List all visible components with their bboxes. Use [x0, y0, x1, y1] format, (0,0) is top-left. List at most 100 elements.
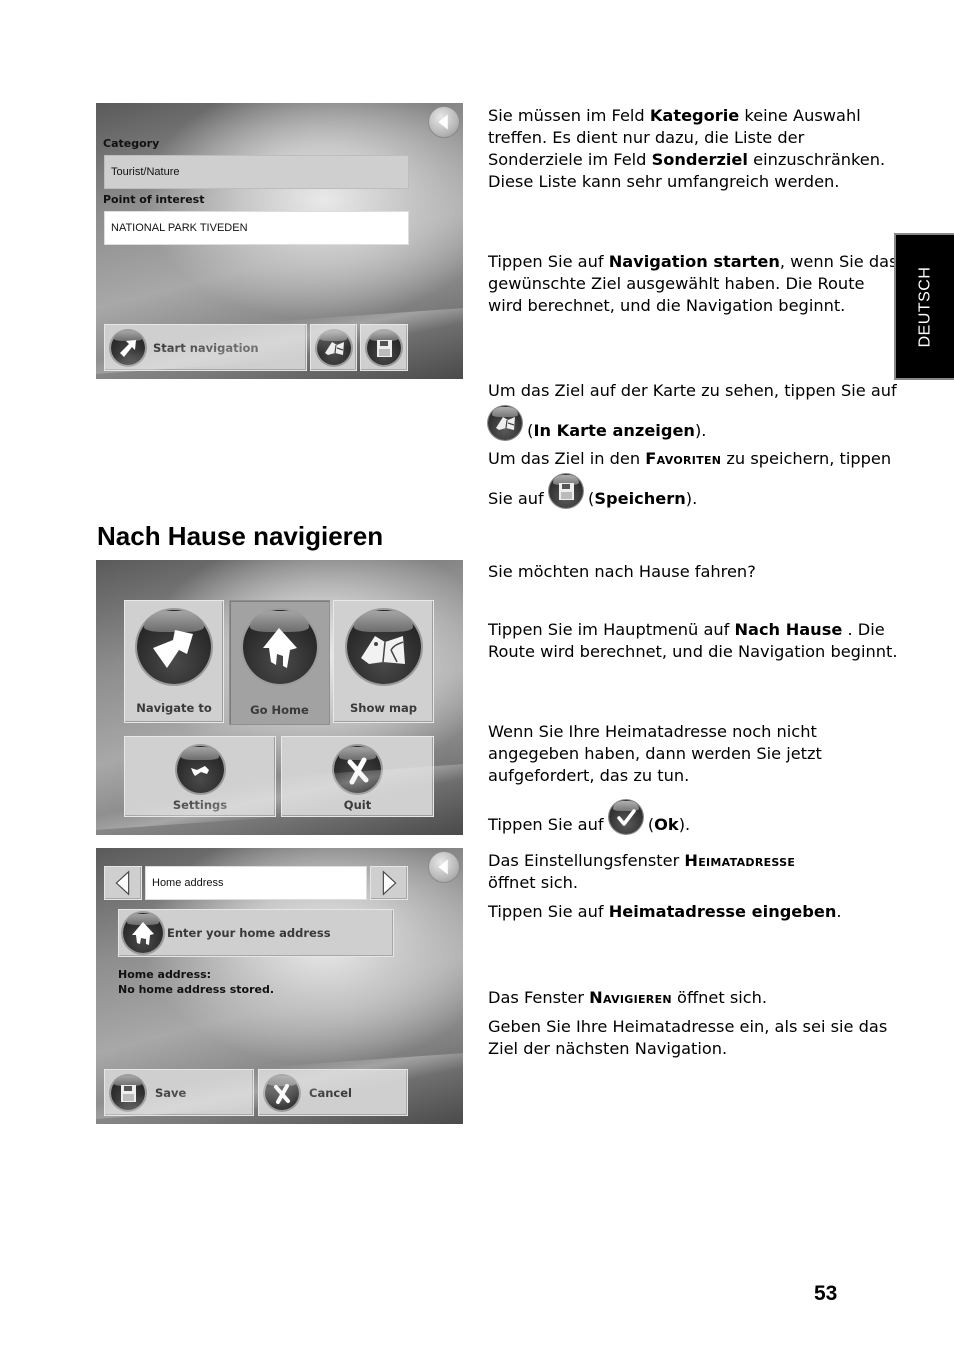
cancel-label: Cancel [309, 1085, 352, 1100]
text-run: Wenn Sie Ihre Heimatadresse noch nicht a… [488, 722, 822, 785]
show-map-button[interactable] [310, 324, 357, 371]
smallcaps-term: Heimatadresse [684, 851, 796, 870]
text-run: ( [582, 489, 595, 508]
paragraph-go-home-question: Sie möchten nach Hause fahren? [488, 561, 898, 583]
bold-term: Ok [654, 815, 679, 834]
tile-quit[interactable]: Quit [281, 736, 434, 817]
x-cross-icon [274, 1083, 290, 1104]
chevron-left-icon [115, 870, 130, 896]
floppy-disk-icon [377, 339, 392, 357]
language-side-tab: DEUTSCH [894, 233, 954, 380]
poi-label: Point of interest [103, 193, 205, 206]
home-address-status: Home address: No home address stored. [118, 967, 274, 997]
status-line-1: Home address: [118, 968, 212, 981]
category-field[interactable]: Tourist/Nature [104, 155, 409, 189]
start-navigation-button[interactable]: Start navigation [104, 324, 307, 371]
cancel-button[interactable]: Cancel [258, 1069, 408, 1116]
paragraph-enter-as-destination: Geben Sie Ihre Heimatadresse ein, als se… [488, 1016, 898, 1060]
bold-term: Sonderziel [651, 150, 748, 169]
floppy-disk-icon [121, 1084, 136, 1102]
start-navigation-label: Start navigation [153, 340, 259, 355]
text-run: Tippen Sie auf [488, 902, 609, 921]
text-run: ( [642, 815, 655, 834]
tile-label: Show map [350, 701, 417, 715]
navigate-arrow-icon [153, 630, 193, 668]
category-label: Category [103, 137, 160, 150]
paragraph-favorites: Um das Ziel in den Favoriten zu speicher… [488, 443, 898, 514]
text-run: ( [522, 421, 534, 440]
language-label: DEUTSCH [916, 266, 933, 347]
bold-term: Heimatadresse eingeben [608, 902, 837, 921]
tile-label: Navigate to [136, 701, 212, 715]
back-button[interactable] [428, 851, 460, 883]
save-button[interactable]: Save [104, 1069, 254, 1116]
floppy-disk-icon [548, 474, 583, 508]
map-icon [324, 341, 344, 355]
text-run: Tippen Sie auf [488, 252, 609, 271]
paragraph-navigate-window: Das Fenster Navigieren öffnet sich. [488, 987, 898, 1009]
save-label: Save [155, 1085, 187, 1100]
tile-label: Settings [172, 798, 228, 812]
text-run: Sie müssen im Feld [488, 106, 650, 125]
tile-settings[interactable]: Settings [124, 736, 276, 817]
paragraph-main-menu-home: Tippen Sie im Hauptmenü auf Nach Hause .… [488, 619, 898, 663]
paragraph-no-home-address: Wenn Sie Ihre Heimatadresse noch nicht a… [488, 721, 898, 787]
paragraph-ok: Tippen Sie auf (Ok). [488, 800, 898, 840]
text-run: Um das Ziel in den [488, 449, 646, 468]
tile-label: Go Home [250, 703, 309, 717]
status-line-2: No home address stored. [118, 983, 275, 996]
x-cross-icon [347, 757, 369, 785]
smallcaps-term: Favoriten [645, 449, 722, 468]
screenshot-main-menu: Navigate to Go Home Show map Settings Qu… [96, 560, 463, 835]
back-arrow-icon [438, 114, 448, 130]
bold-term: Speichern [594, 489, 686, 508]
text-run: ). [678, 815, 691, 834]
paragraph-enter-home-address: Tippen Sie auf Heimatadresse eingeben. [488, 901, 898, 923]
back-button[interactable] [428, 106, 460, 138]
paragraph-settings-window: Das Einstellungsfenster Heimatadresse öf… [488, 850, 898, 894]
text-run: Geben Sie Ihre Heimatadresse ein, als se… [488, 1017, 888, 1058]
next-button[interactable] [370, 866, 408, 900]
save-favorite-button[interactable] [360, 324, 408, 371]
text-run: ). [694, 421, 707, 440]
map-icon [488, 406, 522, 440]
enter-home-address-button[interactable]: Enter your home address [118, 909, 394, 957]
screenshot-poi-selection: Category Tourist/Nature Point of interes… [96, 103, 463, 379]
chevron-right-icon [382, 870, 397, 896]
bold-term: Navigation starten [608, 252, 780, 271]
text-run: Sie möchten nach Hause fahren? [488, 562, 756, 581]
map-icon [360, 636, 405, 664]
tile-label: Quit [343, 798, 372, 812]
checkmark-icon [608, 800, 643, 834]
page-number: 53 [814, 1282, 838, 1305]
paragraph-show-map: Um das Ziel auf der Karte zu sehen, tipp… [488, 375, 898, 446]
text-run: Das Einstellungsfenster [488, 851, 685, 870]
paragraph-start-navigation: Tippen Sie auf Navigation starten, wenn … [488, 251, 898, 317]
text-run: Um das Ziel auf der Karte zu sehen, tipp… [488, 381, 897, 400]
tile-show-map[interactable]: Show map [333, 600, 434, 723]
address-type-selector[interactable]: Home address [145, 866, 367, 900]
poi-field[interactable]: NATIONAL PARK TIVEDEN [104, 211, 409, 245]
text-run: Tippen Sie im Hauptmenü auf [488, 620, 735, 639]
section-heading: Nach Hause navigieren [97, 521, 384, 551]
house-icon [262, 628, 297, 668]
paragraph-category: Sie müssen im Feld Kategorie keine Auswa… [488, 105, 898, 193]
text-run: öffnet sich. [488, 873, 579, 892]
screenshot-home-address: Home address Enter your home address Hom… [96, 848, 463, 1124]
smallcaps-term: Navigieren [589, 988, 672, 1007]
text-run: öffnet sich. [671, 988, 768, 1007]
navigate-arrow-icon [120, 339, 136, 357]
house-icon [132, 922, 154, 945]
text-run: Tippen Sie auf [488, 815, 609, 834]
back-arrow-icon [438, 859, 448, 875]
tile-go-home[interactable]: Go Home [229, 600, 330, 725]
prev-button[interactable] [104, 866, 142, 900]
tile-navigate-to[interactable]: Navigate to [124, 600, 224, 723]
text-run: . [836, 902, 842, 921]
enter-home-address-label: Enter your home address [167, 926, 331, 940]
bold-term: In Karte anzeigen [533, 421, 695, 440]
wrench-icon [190, 766, 209, 776]
bold-term: Kategorie [649, 106, 740, 125]
bold-term: Nach Hause [734, 620, 843, 639]
text-run: Das Fenster [488, 988, 590, 1007]
